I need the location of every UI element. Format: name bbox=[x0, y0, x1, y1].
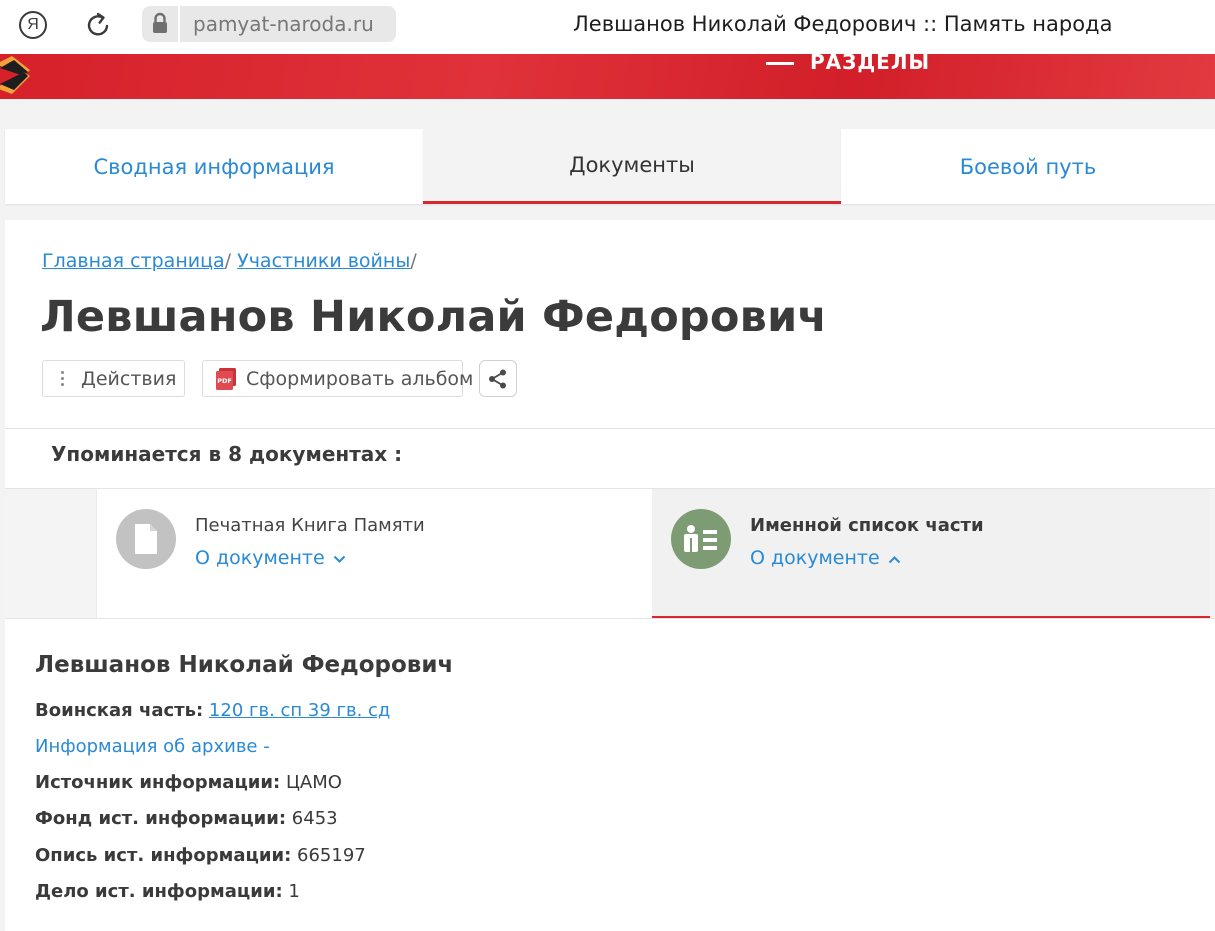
detail-label: Дело ист. информации: bbox=[35, 881, 283, 902]
document-name: Печатная Книга Памяти bbox=[195, 515, 425, 536]
browser-page-title: Левшанов Николай Федорович :: Память нар… bbox=[573, 12, 1113, 36]
breadcrumb: Главная страница/ Участники войны/ bbox=[42, 250, 417, 272]
breadcrumb-separator: / bbox=[410, 250, 417, 272]
detail-value: ЦАМО bbox=[285, 772, 342, 793]
section-tabs: Сводная информация Документы Боевой путь bbox=[5, 129, 1215, 204]
about-document-label: О документе bbox=[750, 547, 880, 569]
detail-label: Источник информации: bbox=[35, 772, 281, 793]
svg-text:PDF: PDF bbox=[217, 377, 232, 385]
detail-value: 6453 bbox=[291, 808, 338, 829]
military-unit-link[interactable]: 120 гв. сп 39 гв. сд bbox=[209, 700, 390, 721]
divider bbox=[5, 428, 1215, 429]
lock-icon[interactable] bbox=[142, 6, 178, 42]
create-album-label: Сформировать альбом bbox=[246, 367, 474, 390]
detail-military-unit: Воинская часть: 120 гв. сп 39 гв. сд bbox=[35, 700, 390, 721]
detail-source: Источник информации: ЦАМО bbox=[35, 772, 342, 793]
kebab-menu-icon bbox=[61, 368, 65, 389]
document-name: Именной список части bbox=[750, 515, 984, 536]
yandex-logo-icon[interactable]: Я bbox=[19, 11, 47, 39]
about-document-label: О документе bbox=[195, 547, 325, 569]
chevron-up-icon bbox=[888, 552, 901, 568]
document-card-name-list[interactable]: Именной список части О документе bbox=[652, 489, 1210, 619]
actions-label: Действия bbox=[81, 367, 177, 390]
mentions-heading: Упоминается в 8 документах : bbox=[51, 442, 403, 466]
breadcrumb-home-link[interactable]: Главная страница bbox=[42, 250, 225, 272]
detail-value: 665197 bbox=[297, 845, 366, 866]
detail-label: Опись ист. информации: bbox=[35, 845, 292, 866]
address-bar[interactable]: pamyat-naroda.ru bbox=[180, 6, 396, 42]
divider bbox=[5, 618, 1215, 619]
sections-menu-button[interactable]: РАЗДЕЛЫ bbox=[766, 54, 930, 74]
pdf-icon: PDF bbox=[216, 367, 236, 390]
chevron-down-icon bbox=[333, 552, 346, 568]
sections-menu-label: РАЗДЕЛЫ bbox=[810, 54, 931, 74]
hamburger-icon bbox=[766, 62, 794, 65]
tab-documents[interactable]: Документы bbox=[423, 129, 841, 204]
tab-summary[interactable]: Сводная информация bbox=[5, 129, 423, 204]
actions-button[interactable]: Действия bbox=[42, 360, 185, 397]
tab-battle-path[interactable]: Боевой путь bbox=[841, 129, 1215, 204]
site-header-banner: РАЗДЕЛЫ bbox=[0, 54, 1215, 99]
breadcrumb-separator: / bbox=[224, 250, 232, 272]
content-card: Главная страница/ Участники войны/ Левша… bbox=[5, 220, 1215, 931]
create-album-button[interactable]: PDF Сформировать альбом bbox=[202, 360, 473, 397]
about-document-link[interactable]: О документе bbox=[750, 547, 901, 569]
detail-label: Фонд ист. информации: bbox=[35, 808, 287, 829]
document-card-memory-book[interactable]: Печатная Книга Памяти О документе bbox=[96, 489, 652, 619]
reload-icon[interactable] bbox=[84, 9, 114, 41]
details-person-name: Левшанов Николай Федорович bbox=[35, 652, 454, 678]
detail-inventory: Опись ист. информации: 665197 bbox=[35, 845, 366, 866]
breadcrumb-participants-link[interactable]: Участники войны bbox=[237, 250, 410, 272]
detail-label: Воинская часть: bbox=[35, 700, 204, 721]
archive-info-link[interactable]: Информация об архиве - bbox=[35, 736, 270, 757]
share-button[interactable] bbox=[479, 360, 517, 397]
st-george-ribbon-icon[interactable] bbox=[0, 54, 38, 94]
share-icon bbox=[489, 369, 506, 388]
browser-toolbar: Я pamyat-naroda.ru Левшанов Николай Федо… bbox=[0, 0, 1215, 54]
document-icon bbox=[116, 509, 176, 569]
page-title: Левшанов Николай Федорович bbox=[40, 292, 828, 342]
detail-value: 1 bbox=[288, 881, 300, 902]
documents-list: Печатная Книга Памяти О документе Именно… bbox=[5, 488, 1215, 619]
about-document-link[interactable]: О документе bbox=[195, 547, 346, 569]
detail-case: Дело ист. информации: 1 bbox=[35, 881, 300, 902]
detail-fund: Фонд ист. информации: 6453 bbox=[35, 808, 338, 829]
name-list-icon bbox=[671, 509, 731, 569]
